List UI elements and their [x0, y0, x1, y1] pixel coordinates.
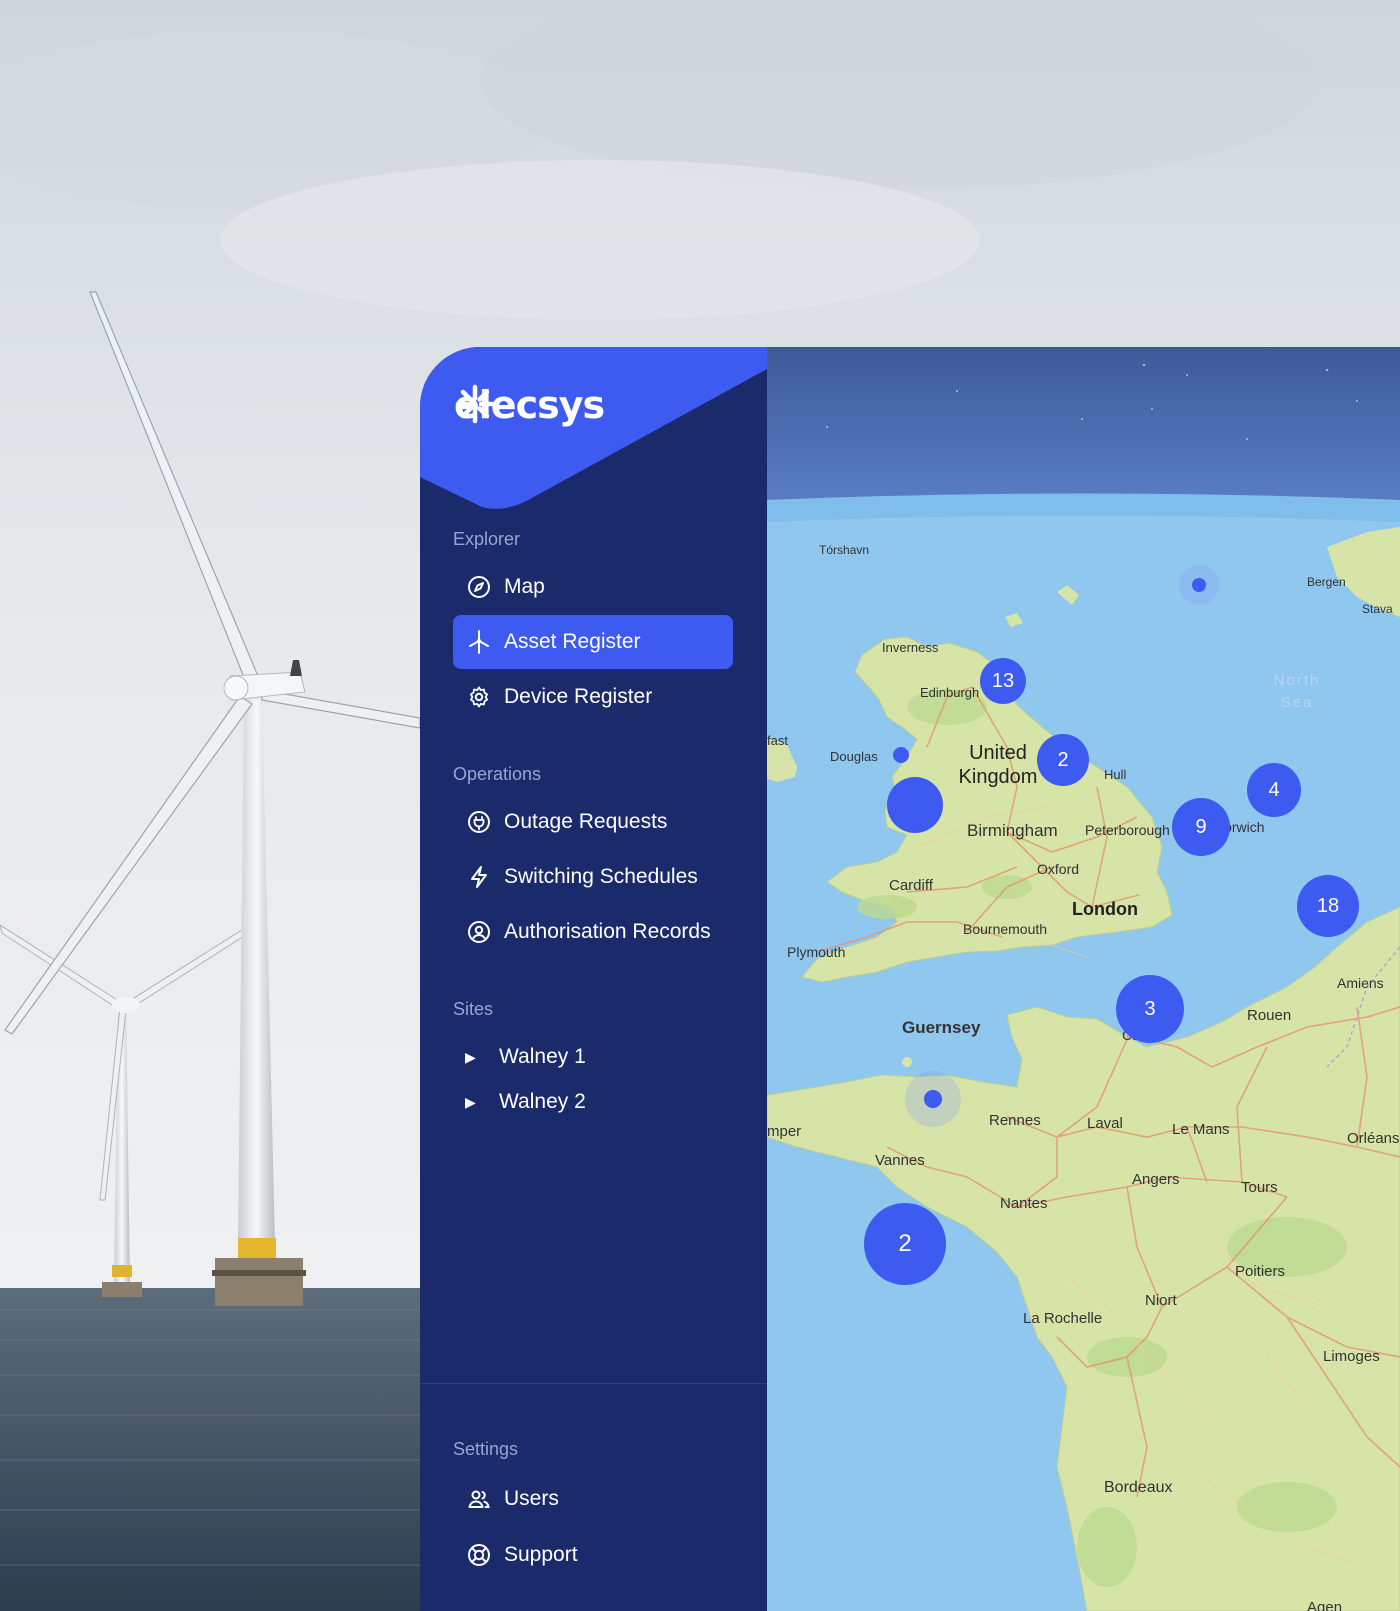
nav-item-users[interactable]: Users — [453, 1472, 733, 1526]
nav-item-map[interactable]: Map — [453, 560, 733, 614]
nav-item-label: Support — [504, 1543, 578, 1566]
city-label: Hull — [1104, 767, 1127, 782]
city-label: Laval — [1087, 1115, 1123, 1132]
nav-item-outage-requests[interactable]: Outage Requests — [453, 795, 733, 849]
city-label: Nantes — [1000, 1195, 1048, 1212]
city-label: Amiens — [1337, 975, 1384, 991]
city-label: Bergen — [1307, 575, 1346, 589]
site-item-label: Walney 1 — [499, 1045, 586, 1068]
city-label: mper — [767, 1123, 802, 1140]
city-label: Poitiers — [1235, 1263, 1286, 1280]
nav-item-label: Outage Requests — [504, 810, 668, 833]
city-label: London — [1072, 899, 1138, 919]
cluster-marker[interactable]: 2 — [864, 1203, 946, 1285]
asset-pin[interactable] — [924, 1090, 942, 1108]
city-label: Tórshavn — [819, 543, 870, 557]
nav-item-label: Map — [504, 575, 545, 598]
city-label: Agen — [1307, 1599, 1343, 1611]
caret-right-icon[interactable]: ▶ — [465, 1049, 479, 1066]
city-label: Bournemouth — [963, 921, 1048, 937]
city-label: Oxford — [1037, 861, 1080, 877]
asset-pin-large[interactable] — [887, 777, 943, 833]
settings-divider — [420, 1383, 767, 1384]
brand-header-shape — [420, 347, 767, 509]
caret-right-icon[interactable]: ▶ — [465, 1094, 479, 1111]
city-label: Bordeaux — [1104, 1479, 1173, 1496]
logo[interactable]: elecsys — [454, 383, 605, 427]
sea-label-north-sea: North Sea — [1273, 672, 1321, 711]
asterisk-spark-icon — [455, 384, 495, 424]
map-base — [767, 347, 1400, 1611]
city-label: Vannes — [875, 1152, 925, 1169]
gear-icon — [466, 684, 492, 710]
city-label: Limoges — [1323, 1348, 1380, 1365]
section-label-settings: Settings — [453, 1439, 519, 1459]
plug-icon — [466, 809, 492, 835]
compass-icon — [466, 574, 492, 600]
city-label: La Rochelle — [1023, 1310, 1103, 1327]
city-label: Edinburgh — [920, 685, 980, 700]
brand-header: elecsys — [420, 347, 767, 517]
cluster-marker[interactable]: 3 — [1116, 975, 1184, 1043]
city-label: Niort — [1145, 1292, 1177, 1309]
city-label: Stava — [1362, 602, 1393, 616]
lightning-icon — [466, 864, 492, 890]
city-label: Tours — [1241, 1179, 1278, 1196]
map-view[interactable]: North Sea United Kingdom Tórshavn Bergen… — [767, 347, 1400, 1611]
user-circle-icon — [466, 919, 492, 945]
city-label: Rouen — [1247, 1007, 1292, 1024]
city-label: Guernsey — [902, 1018, 981, 1037]
nav-item-label: Authorisation Records — [504, 920, 711, 943]
nav-item-label: Asset Register — [504, 630, 641, 653]
nav-item-label: Switching Schedules — [504, 865, 698, 888]
section-label-sites: Sites — [453, 999, 494, 1019]
asset-pin[interactable] — [1192, 578, 1206, 592]
nav-item-device-register[interactable]: Device Register — [453, 670, 733, 724]
city-label: Peterborough — [1085, 822, 1170, 838]
asset-pin[interactable] — [893, 747, 909, 763]
cluster-marker[interactable]: 2 — [1037, 734, 1089, 786]
city-label: Le Mans — [1172, 1121, 1230, 1138]
users-icon — [466, 1486, 492, 1512]
nav-item-support[interactable]: Support — [453, 1528, 733, 1582]
nav-item-switching-schedules[interactable]: Switching Schedules — [453, 850, 733, 904]
city-label: Douglas — [830, 749, 878, 764]
nav-item-authorisation-records[interactable]: Authorisation Records — [453, 905, 733, 959]
city-label: Inverness — [882, 640, 939, 655]
city-label: Rennes — [989, 1112, 1041, 1129]
city-label: Plymouth — [787, 944, 846, 960]
cluster-marker[interactable]: 13 — [980, 658, 1026, 704]
cluster-marker[interactable]: 9 — [1172, 798, 1230, 856]
nav-item-asset-register[interactable]: Asset Register — [453, 615, 733, 669]
city-label: fast — [767, 733, 788, 748]
sidebar: elecsys Explorer Map Asset Register Devi… — [420, 347, 767, 1611]
app-window: elecsys Explorer Map Asset Register Devi… — [420, 347, 1400, 1611]
site-item-walney-2[interactable]: ▶ Walney 2 — [453, 1075, 733, 1129]
city-label: Cardiff — [889, 877, 933, 894]
city-label: Angers — [1132, 1171, 1180, 1188]
city-label: Orléans — [1347, 1130, 1400, 1147]
cluster-marker[interactable]: 4 — [1247, 763, 1301, 817]
lifebuoy-icon — [466, 1542, 492, 1568]
section-label-explorer: Explorer — [453, 529, 521, 549]
site-item-label: Walney 2 — [499, 1090, 586, 1113]
city-label: Birmingham — [967, 821, 1058, 840]
nav-item-label: Device Register — [504, 685, 653, 708]
wind-turbine-icon — [466, 629, 492, 655]
section-label-operations: Operations — [453, 764, 542, 784]
cluster-marker[interactable]: 18 — [1297, 875, 1359, 937]
nav-item-label: Users — [504, 1487, 559, 1510]
